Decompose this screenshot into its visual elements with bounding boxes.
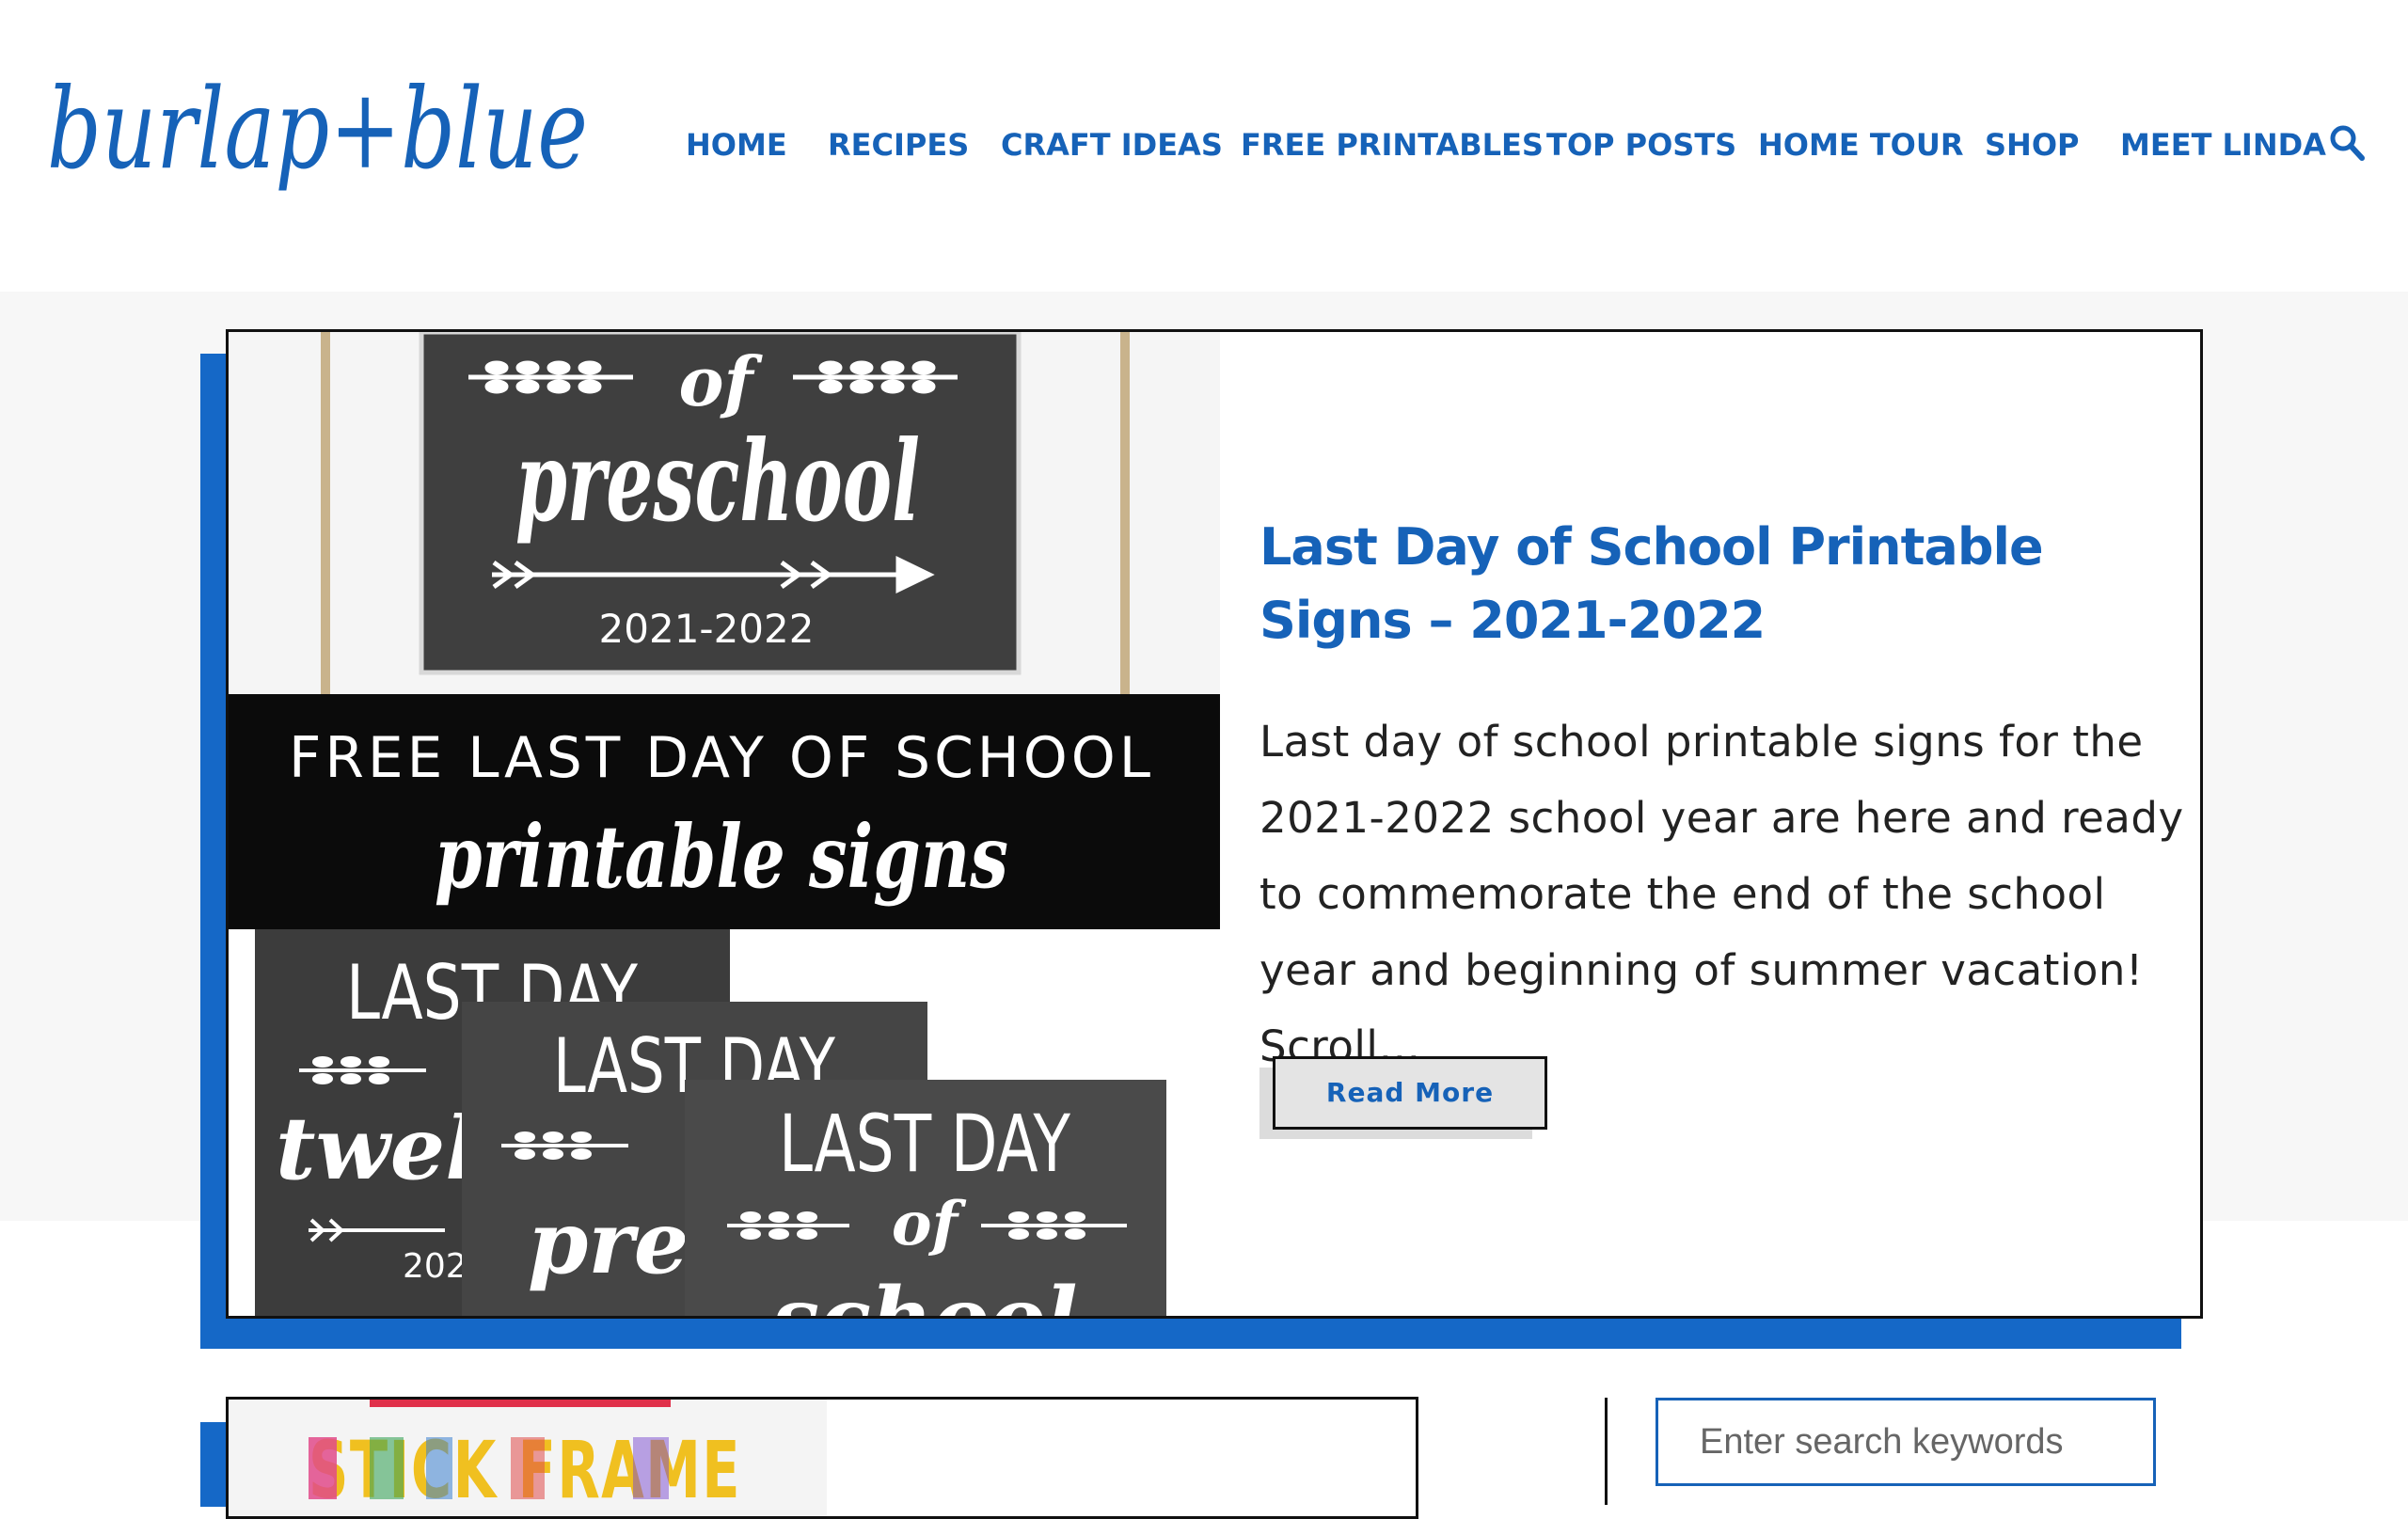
sign-year: 2021-2022 [599,606,815,652]
sign3-word-school: school [770,1269,1077,1319]
nav-home[interactable]: HOME [686,124,787,166]
sign3-word-of: of [892,1189,967,1259]
nav-recipes[interactable]: RECIPES [828,124,969,166]
printable-signs-collage: of preschool 2021-2022 FREE LAST DAY OF … [229,332,1220,1319]
banner-line-1: FREE LAST DAY OF SCHOOL [289,725,1154,791]
nav-craft-ideas[interactable]: CRAFT IDEAS [1001,124,1223,166]
stick-frame-graphic: STICK FRAME [309,1400,739,1516]
nav-meet-linda[interactable]: MEET LINDA [2120,124,2326,166]
nav-home-tour[interactable]: HOME TOUR [1758,124,1963,166]
sign-word-preschool: preschool [515,416,920,546]
second-post-card: STICK FRAME [226,1397,1418,1519]
sidebar-divider [1605,1398,1608,1505]
sidebar-search-input[interactable] [1656,1398,2156,1486]
featured-post-image[interactable]: of preschool 2021-2022 FREE LAST DAY OF … [229,332,1220,1319]
nav-shop[interactable]: SHOP [1985,124,2079,166]
search-icon [2330,125,2365,161]
nav-top-posts[interactable]: TOP POSTS [1546,124,1736,166]
header-search-button[interactable] [2329,124,2367,164]
featured-post-excerpt: Last day of school printable signs for t… [1259,717,2184,1071]
sign3-last-day: LAST DAY [779,1098,1071,1190]
sign1-year: 202 [403,1247,467,1286]
featured-post-card: of preschool 2021-2022 FREE LAST DAY OF … [226,329,2203,1319]
nav-free-printables[interactable]: FREE PRINTABLES [1241,124,1544,166]
read-more-button[interactable]: Read More [1273,1056,1547,1130]
site-logo[interactable]: burlap+blue [47,55,611,233]
read-more-wrapper: Read More [1259,1056,1547,1147]
banner-line-2: printable signs [435,806,1008,908]
site-header: burlap+blue HOME RECIPES CRAFT IDEAS FRE… [0,0,2408,292]
site-logo-text: burlap+blue [47,64,588,194]
featured-post-title[interactable]: Last Day of School Printable Signs – 202… [1259,511,2162,657]
second-post-image[interactable]: STICK FRAME [229,1400,827,1516]
sign-word-of: of [679,341,764,421]
